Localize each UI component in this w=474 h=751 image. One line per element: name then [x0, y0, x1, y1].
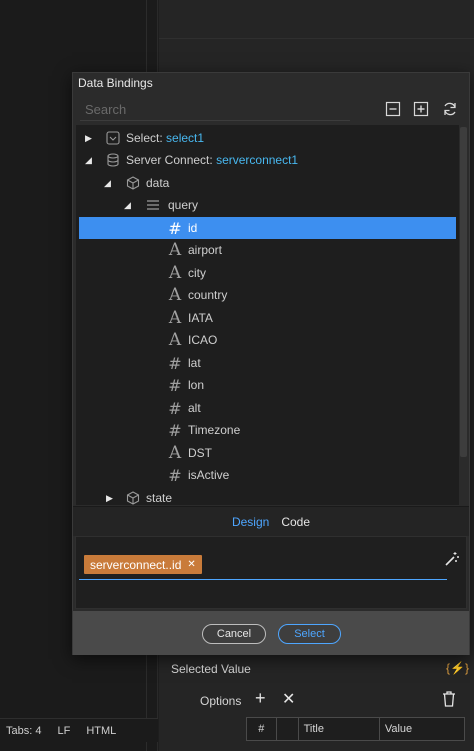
text-type-icon: A	[168, 330, 182, 350]
number-type-icon: #	[168, 375, 182, 395]
tree-item-timezone[interactable]: # Timezone	[76, 419, 459, 441]
binding-chip-label: serverconnect..id	[90, 557, 182, 572]
text-type-icon: A	[168, 285, 182, 305]
col-title: Title	[299, 718, 380, 740]
tree-item-alt[interactable]: # alt	[76, 397, 459, 419]
dialog-footer: Cancel Select	[73, 611, 469, 655]
tree-item-dst[interactable]: A DST	[76, 442, 459, 464]
selected-value-label: Selected Value	[171, 662, 251, 676]
dynamic-binding-icon[interactable]: {⚡}	[446, 660, 469, 676]
magic-wand-icon[interactable]	[444, 551, 460, 567]
tree-item-airport[interactable]: A airport	[76, 239, 459, 261]
database-icon	[107, 153, 119, 167]
tree-item-data[interactable]: ◢ data	[76, 172, 459, 194]
collapse-all-icon[interactable]	[385, 101, 401, 117]
collapse-arrow-icon[interactable]: ◢	[85, 155, 95, 165]
number-type-icon: #	[168, 398, 182, 418]
cube-icon	[126, 176, 140, 190]
tree-item-select1[interactable]: ▶ Select: select1	[76, 127, 459, 149]
expand-arrow-icon[interactable]: ▶	[106, 493, 116, 503]
text-type-icon: A	[168, 263, 182, 283]
number-type-icon: #	[168, 353, 182, 373]
tree-item-label: Server Connect: serverconnect1	[126, 153, 299, 167]
tree-item-city[interactable]: A city	[76, 262, 459, 284]
col-value: Value	[384, 723, 413, 735]
tree-item-label: lon	[188, 378, 205, 392]
tree-item-country[interactable]: A country	[76, 284, 459, 306]
col-empty	[277, 718, 299, 740]
text-type-icon: A	[168, 308, 182, 328]
expand-arrow-icon[interactable]: ▶	[85, 133, 95, 143]
tree-item-label: Select: select1	[126, 131, 205, 145]
scrollbar-thumb[interactable]	[460, 127, 467, 457]
number-type-icon: #	[168, 218, 182, 238]
text-type-icon: A	[168, 443, 182, 463]
tree-item-label: data	[146, 176, 170, 190]
cube-icon	[126, 491, 140, 505]
tree-item-isactive[interactable]: # isActive	[76, 464, 459, 486]
number-type-icon: #	[168, 420, 182, 440]
options-label: Options	[200, 694, 242, 708]
tree-item-label: state	[146, 491, 173, 505]
list-icon	[147, 200, 159, 210]
properties-panel: Selected Value {⚡} Options + ✕ # Title V…	[160, 655, 474, 751]
tree-item-state[interactable]: ▶ state	[76, 487, 459, 505]
tree-item-id[interactable]: # id	[79, 217, 456, 239]
number-type-icon: #	[168, 465, 182, 485]
line-ending[interactable]: LF	[51, 725, 80, 737]
editor-underline	[79, 579, 447, 580]
remove-chip-icon[interactable]: ✕	[187, 559, 195, 570]
tab-design[interactable]: Design	[232, 515, 269, 529]
tree-item-lat[interactable]: # lat	[76, 352, 459, 374]
select-component-icon	[106, 131, 120, 145]
options-table-header: # Title Value	[246, 717, 465, 741]
text-type-icon: A	[168, 240, 182, 260]
tree-item-label: IATA	[188, 311, 213, 325]
cancel-button[interactable]: Cancel	[202, 624, 266, 644]
tree-item-label: id	[188, 221, 198, 235]
tree-item-label: query	[168, 198, 199, 212]
tree-item-label: city	[188, 266, 206, 280]
tree-scrollbar[interactable]	[459, 125, 468, 505]
bindings-tree: ▶ Select: select1 ◢ Server Connect: serv…	[76, 125, 459, 505]
tree-item-label: ICAO	[188, 333, 218, 347]
col-number: #	[247, 718, 277, 740]
binding-expression-editor[interactable]: serverconnect..id ✕	[75, 536, 467, 609]
expand-all-icon[interactable]	[413, 101, 429, 117]
tree-item-iata[interactable]: A IATA	[76, 307, 459, 329]
collapse-arrow-icon[interactable]: ◢	[104, 178, 114, 188]
refresh-icon[interactable]	[442, 101, 458, 117]
search-input[interactable]	[80, 99, 350, 120]
tree-item-icao[interactable]: A ICAO	[76, 329, 459, 351]
select-button[interactable]: Select	[278, 624, 341, 644]
trash-icon[interactable]	[442, 691, 456, 707]
tree-item-query[interactable]: ◢ query	[76, 194, 459, 216]
tree-item-lon[interactable]: # lon	[76, 374, 459, 396]
add-option-button[interactable]: +	[255, 688, 266, 709]
tree-item-serverconnect1[interactable]: ◢ Server Connect: serverconnect1	[76, 149, 459, 171]
collapse-arrow-icon[interactable]: ◢	[124, 200, 134, 210]
data-bindings-dialog: Data Bindings ▶ Select: select1 ◢	[72, 72, 470, 655]
tree-item-label: Timezone	[188, 423, 241, 437]
tree-item-label: lat	[188, 356, 201, 370]
binding-chip[interactable]: serverconnect..id ✕	[84, 555, 202, 574]
status-bar: Tabs: 4 LF HTML	[0, 718, 158, 742]
language-mode[interactable]: HTML	[80, 725, 126, 737]
tab-code[interactable]: Code	[281, 515, 310, 529]
tree-item-label: DST	[188, 446, 212, 460]
search-field	[80, 99, 350, 121]
editor-tabs: Design Code	[73, 506, 469, 536]
dialog-title: Data Bindings	[78, 76, 153, 90]
tree-item-label: country	[188, 288, 228, 302]
tree-item-label: alt	[188, 401, 201, 415]
remove-option-button[interactable]: ✕	[282, 689, 295, 709]
tree-item-label: isActive	[188, 468, 230, 482]
tree-item-label: airport	[188, 243, 223, 257]
tabs-setting[interactable]: Tabs: 4	[0, 725, 51, 737]
